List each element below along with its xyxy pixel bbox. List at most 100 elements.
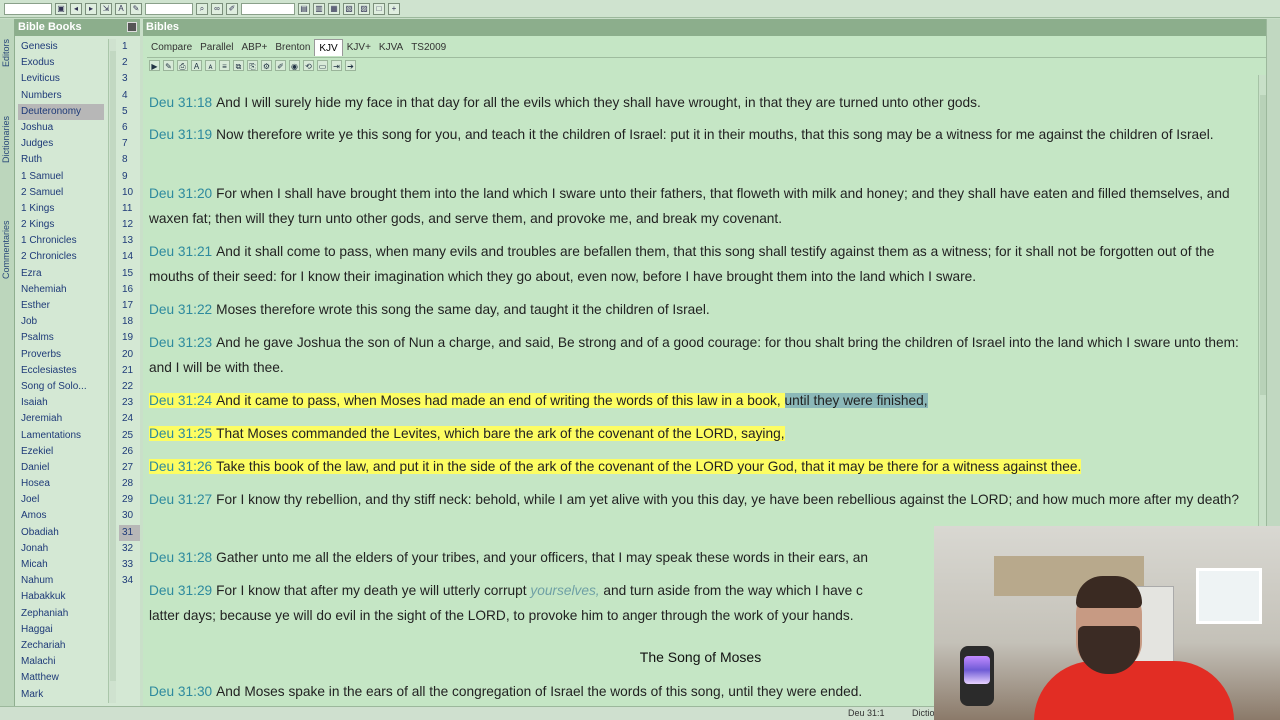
- tab-abp-[interactable]: ABP+: [238, 39, 272, 56]
- verse-ref[interactable]: Deu 31:21: [149, 244, 212, 259]
- back-icon[interactable]: ◂: [70, 2, 82, 15]
- verse-ref[interactable]: Deu 31:23: [149, 335, 212, 350]
- tab-kjv[interactable]: KJV: [314, 39, 343, 56]
- chapter-item[interactable]: 10: [119, 185, 140, 201]
- color-icon[interactable]: ◉: [289, 60, 300, 71]
- book-item[interactable]: Jeremiah: [18, 411, 104, 427]
- book-item[interactable]: Proverbs: [18, 347, 104, 363]
- chapter-item[interactable]: 18: [119, 314, 140, 330]
- export-icon[interactable]: ⇥: [331, 60, 342, 71]
- search-input[interactable]: [145, 2, 193, 15]
- edit-icon[interactable]: ✎: [163, 60, 174, 71]
- book-item[interactable]: Amos: [18, 508, 104, 524]
- book-item[interactable]: Nehemiah: [18, 282, 104, 298]
- book-item[interactable]: Isaiah: [18, 395, 104, 411]
- chapter-item[interactable]: 34: [119, 573, 140, 589]
- book-item[interactable]: Zephaniah: [18, 606, 104, 622]
- chapter-item[interactable]: 17: [119, 298, 140, 314]
- reference-input[interactable]: [241, 2, 295, 15]
- book-item[interactable]: Leviticus: [18, 71, 104, 87]
- print-icon[interactable]: ⎙: [177, 60, 188, 71]
- book-item[interactable]: Numbers: [18, 88, 104, 104]
- book-item[interactable]: Judges: [18, 136, 104, 152]
- selected-text[interactable]: until they were finished,: [784, 393, 928, 408]
- chapter-item[interactable]: 7: [119, 136, 140, 152]
- book-item[interactable]: Lamentations: [18, 428, 104, 444]
- book-item[interactable]: Ruth: [18, 152, 104, 168]
- book-item[interactable]: Habakkuk: [18, 589, 104, 605]
- book-item[interactable]: Ezekiel: [18, 444, 104, 460]
- chapter-item[interactable]: 19: [119, 330, 140, 346]
- book-item[interactable]: Ezra: [18, 266, 104, 282]
- book-item[interactable]: 1 Kings: [18, 201, 104, 217]
- book-item[interactable]: Malachi: [18, 654, 104, 670]
- book-item[interactable]: Song of Solo...: [18, 379, 104, 395]
- commentaries-tab[interactable]: Commentaries: [1, 195, 14, 305]
- book-item[interactable]: 1 Samuel: [18, 169, 104, 185]
- chapter-item[interactable]: 8: [119, 152, 140, 168]
- book-item[interactable]: Mark: [18, 687, 104, 703]
- browse-icon[interactable]: ⇲: [100, 2, 112, 15]
- layout-5-icon[interactable]: ▨: [358, 2, 370, 15]
- chapter-item[interactable]: 31: [119, 524, 140, 541]
- tab-kjv-[interactable]: KJV+: [343, 39, 375, 56]
- chapter-item[interactable]: 2: [119, 55, 140, 71]
- tab-compare[interactable]: Compare: [147, 39, 196, 56]
- edit-icon[interactable]: ✐: [226, 2, 238, 15]
- chapter-item[interactable]: 5: [119, 104, 140, 120]
- chapter-item[interactable]: 14: [119, 249, 140, 265]
- book-item[interactable]: Joshua: [18, 120, 104, 136]
- verse-ref[interactable]: Deu 31:25: [149, 426, 212, 441]
- book-item[interactable]: Joel: [18, 492, 104, 508]
- book-item[interactable]: 1 Chronicles: [18, 233, 104, 249]
- chapter-item[interactable]: 28: [119, 476, 140, 492]
- tab-brenton[interactable]: Brenton: [271, 39, 314, 56]
- book-item[interactable]: Micah: [18, 557, 104, 573]
- chapter-item[interactable]: 3: [119, 71, 140, 87]
- chapter-item[interactable]: 32: [119, 541, 140, 557]
- verse-ref[interactable]: Deu 31:19: [149, 127, 212, 142]
- panel-icon[interactable]: ▭: [317, 60, 328, 71]
- layout-2-icon[interactable]: ▥: [313, 2, 325, 15]
- verse-ref[interactable]: Deu 31:18: [149, 95, 212, 110]
- list-icon[interactable]: ≡: [219, 60, 230, 71]
- chapter-item[interactable]: 29: [119, 492, 140, 508]
- verse-ref[interactable]: Deu 31:29: [149, 583, 212, 598]
- book-item[interactable]: 2 Samuel: [18, 185, 104, 201]
- sync-icon[interactable]: ⟲: [303, 60, 314, 71]
- play-icon[interactable]: ▶: [149, 60, 160, 71]
- chapter-item[interactable]: 9: [119, 169, 140, 185]
- tool-icon[interactable]: ✎: [130, 2, 142, 15]
- tab-ts2009[interactable]: TS2009: [407, 39, 450, 56]
- verse-ref[interactable]: Deu 31:28: [149, 550, 212, 565]
- font-icon[interactable]: ᴀ: [205, 60, 216, 71]
- chapter-item[interactable]: 12: [119, 217, 140, 233]
- page-icon[interactable]: □: [373, 2, 385, 15]
- book-item[interactable]: Matthew: [18, 670, 104, 686]
- module-selector[interactable]: [4, 2, 52, 15]
- highlight-icon[interactable]: ✐: [275, 60, 286, 71]
- copy-icon[interactable]: ⧉: [233, 60, 244, 71]
- text-icon[interactable]: A: [115, 2, 127, 15]
- arrow-icon[interactable]: ➔: [345, 60, 356, 71]
- chapter-item[interactable]: 33: [119, 557, 140, 573]
- chapter-item[interactable]: 27: [119, 460, 140, 476]
- chapter-item[interactable]: 1: [119, 39, 140, 55]
- verse-ref[interactable]: Deu 31:24: [149, 393, 212, 408]
- book-item[interactable]: Hosea: [18, 476, 104, 492]
- book-item[interactable]: Exodus: [18, 55, 104, 71]
- paste-icon[interactable]: ⎘: [247, 60, 258, 71]
- book-item[interactable]: Nahum: [18, 573, 104, 589]
- dictionaries-tab[interactable]: Dictionaries: [1, 89, 14, 189]
- verse-ref[interactable]: Deu 31:22: [149, 302, 212, 317]
- chapter-item[interactable]: 6: [119, 120, 140, 136]
- verse-ref[interactable]: Deu 31:26: [149, 459, 212, 474]
- chapter-item[interactable]: 30: [119, 508, 140, 524]
- layout-4-icon[interactable]: ▧: [343, 2, 355, 15]
- tab-kjva[interactable]: KJVA: [375, 39, 407, 56]
- tab-parallel[interactable]: Parallel: [196, 39, 237, 56]
- verse-ref[interactable]: Deu 31:27: [149, 492, 212, 507]
- book-item[interactable]: Job: [18, 314, 104, 330]
- chapter-item[interactable]: 24: [119, 411, 140, 427]
- book-item[interactable]: Zechariah: [18, 638, 104, 654]
